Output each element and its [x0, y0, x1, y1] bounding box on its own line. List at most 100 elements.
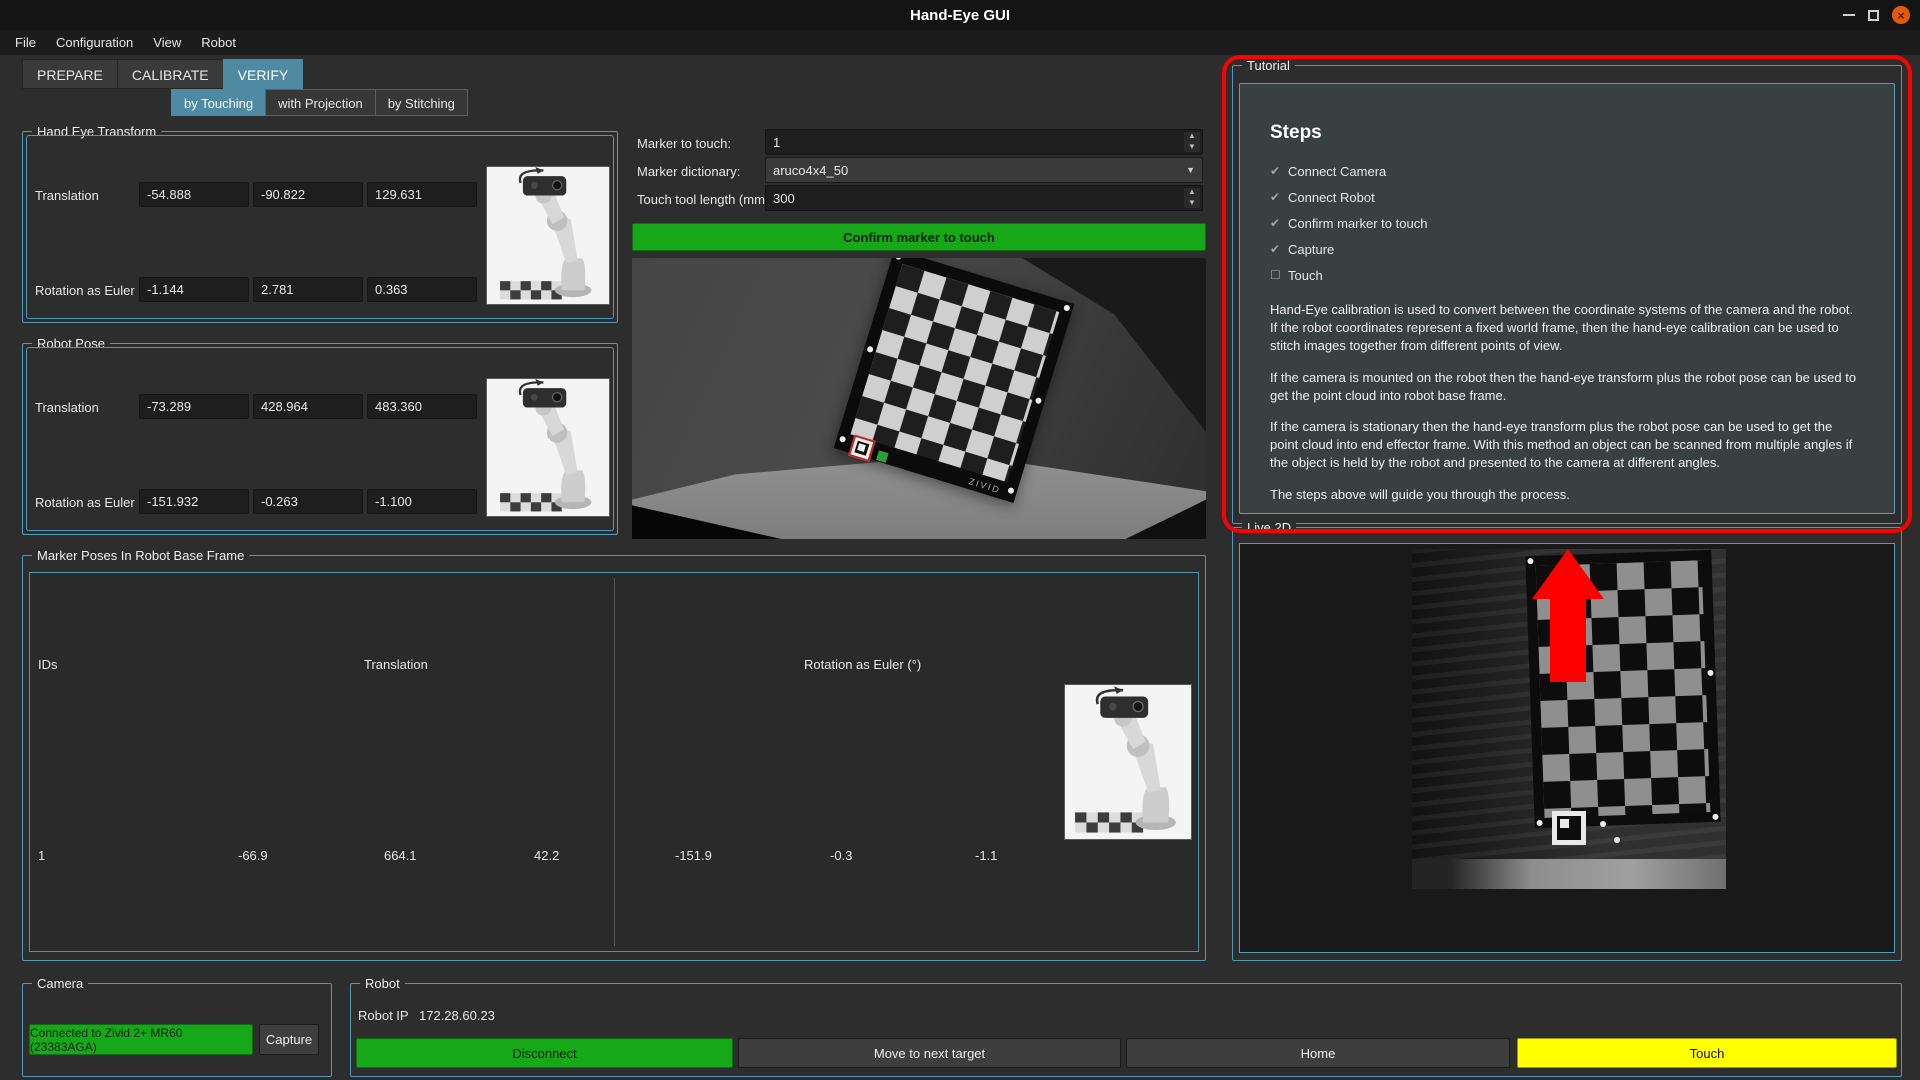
het-rotation-y: 0.363: [367, 277, 477, 302]
step-label: Confirm marker to touch: [1288, 216, 1427, 231]
marker-to-touch-input[interactable]: 1 ▲▼: [765, 129, 1203, 155]
menu-robot[interactable]: Robot: [191, 35, 246, 50]
tutorial-panel: Steps ✔ Connect Camera ✔ Connect Robot ✔…: [1239, 83, 1895, 514]
marker-poses-group: Marker Poses In Robot Base Frame IDs Tra…: [22, 555, 1206, 961]
marker-to-touch-value: 1: [773, 135, 780, 150]
cell-ty: 664.1: [384, 848, 417, 863]
robot-ip-label: Robot IP: [358, 1008, 409, 1023]
robot-group: Robot Robot IP 172.28.60.23 Disconnect M…: [350, 983, 1902, 1077]
touch-tool-length-value: 300: [773, 191, 795, 206]
disconnect-button[interactable]: Disconnect: [356, 1038, 733, 1068]
step-label: Capture: [1288, 242, 1334, 257]
spinner-buttons[interactable]: ▲▼: [1184, 132, 1200, 152]
column-header-ids[interactable]: IDs: [38, 657, 58, 672]
checkerboard: [850, 264, 1059, 482]
marker-poses-table[interactable]: IDs Translation Rotation as Euler (°) 1 …: [29, 572, 1199, 952]
tutorial-paragraph: If the camera is mounted on the robot th…: [1270, 369, 1864, 405]
check-icon: ✔: [1270, 216, 1288, 230]
step-connect-camera: ✔ Connect Camera: [1270, 158, 1864, 184]
robot-ip-value[interactable]: 172.28.60.23: [419, 1008, 495, 1023]
pose-translation-y: 428.964: [253, 394, 363, 419]
robot-arm-image: [1064, 684, 1192, 840]
capture-button[interactable]: Capture: [259, 1024, 319, 1055]
touch-tool-length-input[interactable]: 300 ▲▼: [765, 185, 1203, 211]
close-icon[interactable]: ×: [1892, 6, 1910, 24]
robot-arm-image: [486, 166, 610, 305]
translation-label: Translation: [35, 400, 99, 415]
move-to-next-target-button[interactable]: Move to next target: [738, 1038, 1121, 1068]
pose-translation-z: 483.360: [367, 394, 477, 419]
spinner-buttons[interactable]: ▲▼: [1184, 188, 1200, 208]
column-header-rotation[interactable]: Rotation as Euler (°): [804, 657, 921, 672]
cell-id: 1: [38, 848, 45, 863]
check-icon: ✔: [1270, 164, 1288, 178]
menu-view[interactable]: View: [143, 35, 191, 50]
translation-label: Translation: [35, 188, 99, 203]
step-label: Connect Robot: [1288, 190, 1375, 205]
camera-status-button[interactable]: Connected to Zivid 2+ MR60 (23383AGA): [29, 1024, 253, 1055]
step-connect-robot: ✔ Connect Robot: [1270, 184, 1864, 210]
fiducial-dot: [1007, 487, 1014, 494]
subtab-by-touching[interactable]: by Touching: [171, 89, 265, 116]
group-title: Hand Eye Transform: [32, 124, 161, 139]
fiducial-dot: [1707, 670, 1713, 676]
tutorial-paragraph: Hand-Eye calibration is used to convert …: [1270, 301, 1864, 356]
tab-verify[interactable]: VERIFY: [223, 59, 304, 89]
cell-tz: 42.2: [534, 848, 559, 863]
touch-button[interactable]: Touch: [1517, 1038, 1897, 1068]
marker-to-touch-label: Marker to touch:: [637, 136, 731, 151]
cell-rr: -151.9: [675, 848, 712, 863]
group-title: Camera: [32, 976, 88, 991]
group-title: Robot: [360, 976, 405, 991]
spin-up-icon[interactable]: ▲: [1188, 188, 1196, 197]
fiducial-dot: [839, 435, 846, 442]
marker-dictionary-select[interactable]: aruco4x4_50 ▼: [765, 157, 1203, 183]
live-2d-image: [1412, 549, 1726, 889]
confirm-marker-button[interactable]: Confirm marker to touch: [632, 223, 1206, 251]
fiducial-dot: [1614, 837, 1620, 843]
rotation-label: Rotation as Euler (°): [35, 283, 152, 298]
group-title: Marker Poses In Robot Base Frame: [32, 548, 249, 563]
fiducial-dot: [1035, 397, 1042, 404]
spin-up-icon[interactable]: ▲: [1188, 132, 1196, 141]
cell-rp: -0.3: [830, 848, 852, 863]
fiducial-dot: [1712, 814, 1718, 820]
tab-calibrate[interactable]: CALIBRATE: [117, 59, 223, 89]
steps-heading: Steps: [1270, 122, 1864, 144]
titlebar: Hand-Eye GUI ×: [0, 0, 1920, 30]
marker-dictionary-label: Marker dictionary:: [637, 164, 740, 179]
maximize-icon[interactable]: [1868, 10, 1879, 21]
camera-group: Camera Connected to Zivid 2+ MR60 (23383…: [22, 983, 332, 1077]
pose-rotation-p: -0.263: [253, 489, 363, 514]
column-header-translation[interactable]: Translation: [364, 657, 428, 672]
tab-prepare[interactable]: PREPARE: [22, 59, 117, 89]
chevron-down-icon[interactable]: ▼: [1186, 165, 1195, 175]
spin-down-icon[interactable]: ▼: [1188, 199, 1196, 208]
fiducial-dot: [866, 346, 873, 353]
cell-tx: -66.9: [238, 848, 268, 863]
het-translation-y: -90.822: [253, 182, 363, 207]
verify-subtabbar: by Touching with Projection by Stitching: [171, 89, 468, 116]
het-translation-x: -54.888: [139, 182, 249, 207]
minimize-icon[interactable]: [1843, 14, 1855, 16]
menu-file[interactable]: File: [5, 35, 46, 50]
het-rotation-r: -1.144: [139, 277, 249, 302]
group-title: Robot Pose: [32, 336, 110, 351]
pose-rotation-y: -1.100: [367, 489, 477, 514]
check-icon: ✔: [1270, 190, 1288, 204]
check-icon: ✔: [1270, 242, 1288, 256]
detected-marker-overlay: [876, 450, 888, 462]
step-label: Connect Camera: [1288, 164, 1386, 179]
fiducial-dot: [1537, 820, 1543, 826]
window-title: Hand-Eye GUI: [910, 7, 1010, 24]
main-tabbar: PREPARE CALIBRATE VERIFY: [22, 59, 303, 89]
fiducial-dot: [1600, 821, 1606, 827]
subtab-with-projection[interactable]: with Projection: [265, 89, 375, 116]
menu-configuration[interactable]: Configuration: [46, 35, 143, 50]
home-button[interactable]: Home: [1126, 1038, 1510, 1068]
app-window: Hand-Eye GUI × File Configuration View R…: [0, 0, 1920, 1080]
spin-down-icon[interactable]: ▼: [1188, 143, 1196, 152]
subtab-by-stitching[interactable]: by Stitching: [375, 89, 468, 116]
robot-arm-image: [486, 378, 610, 517]
pose-translation-x: -73.289: [139, 394, 249, 419]
